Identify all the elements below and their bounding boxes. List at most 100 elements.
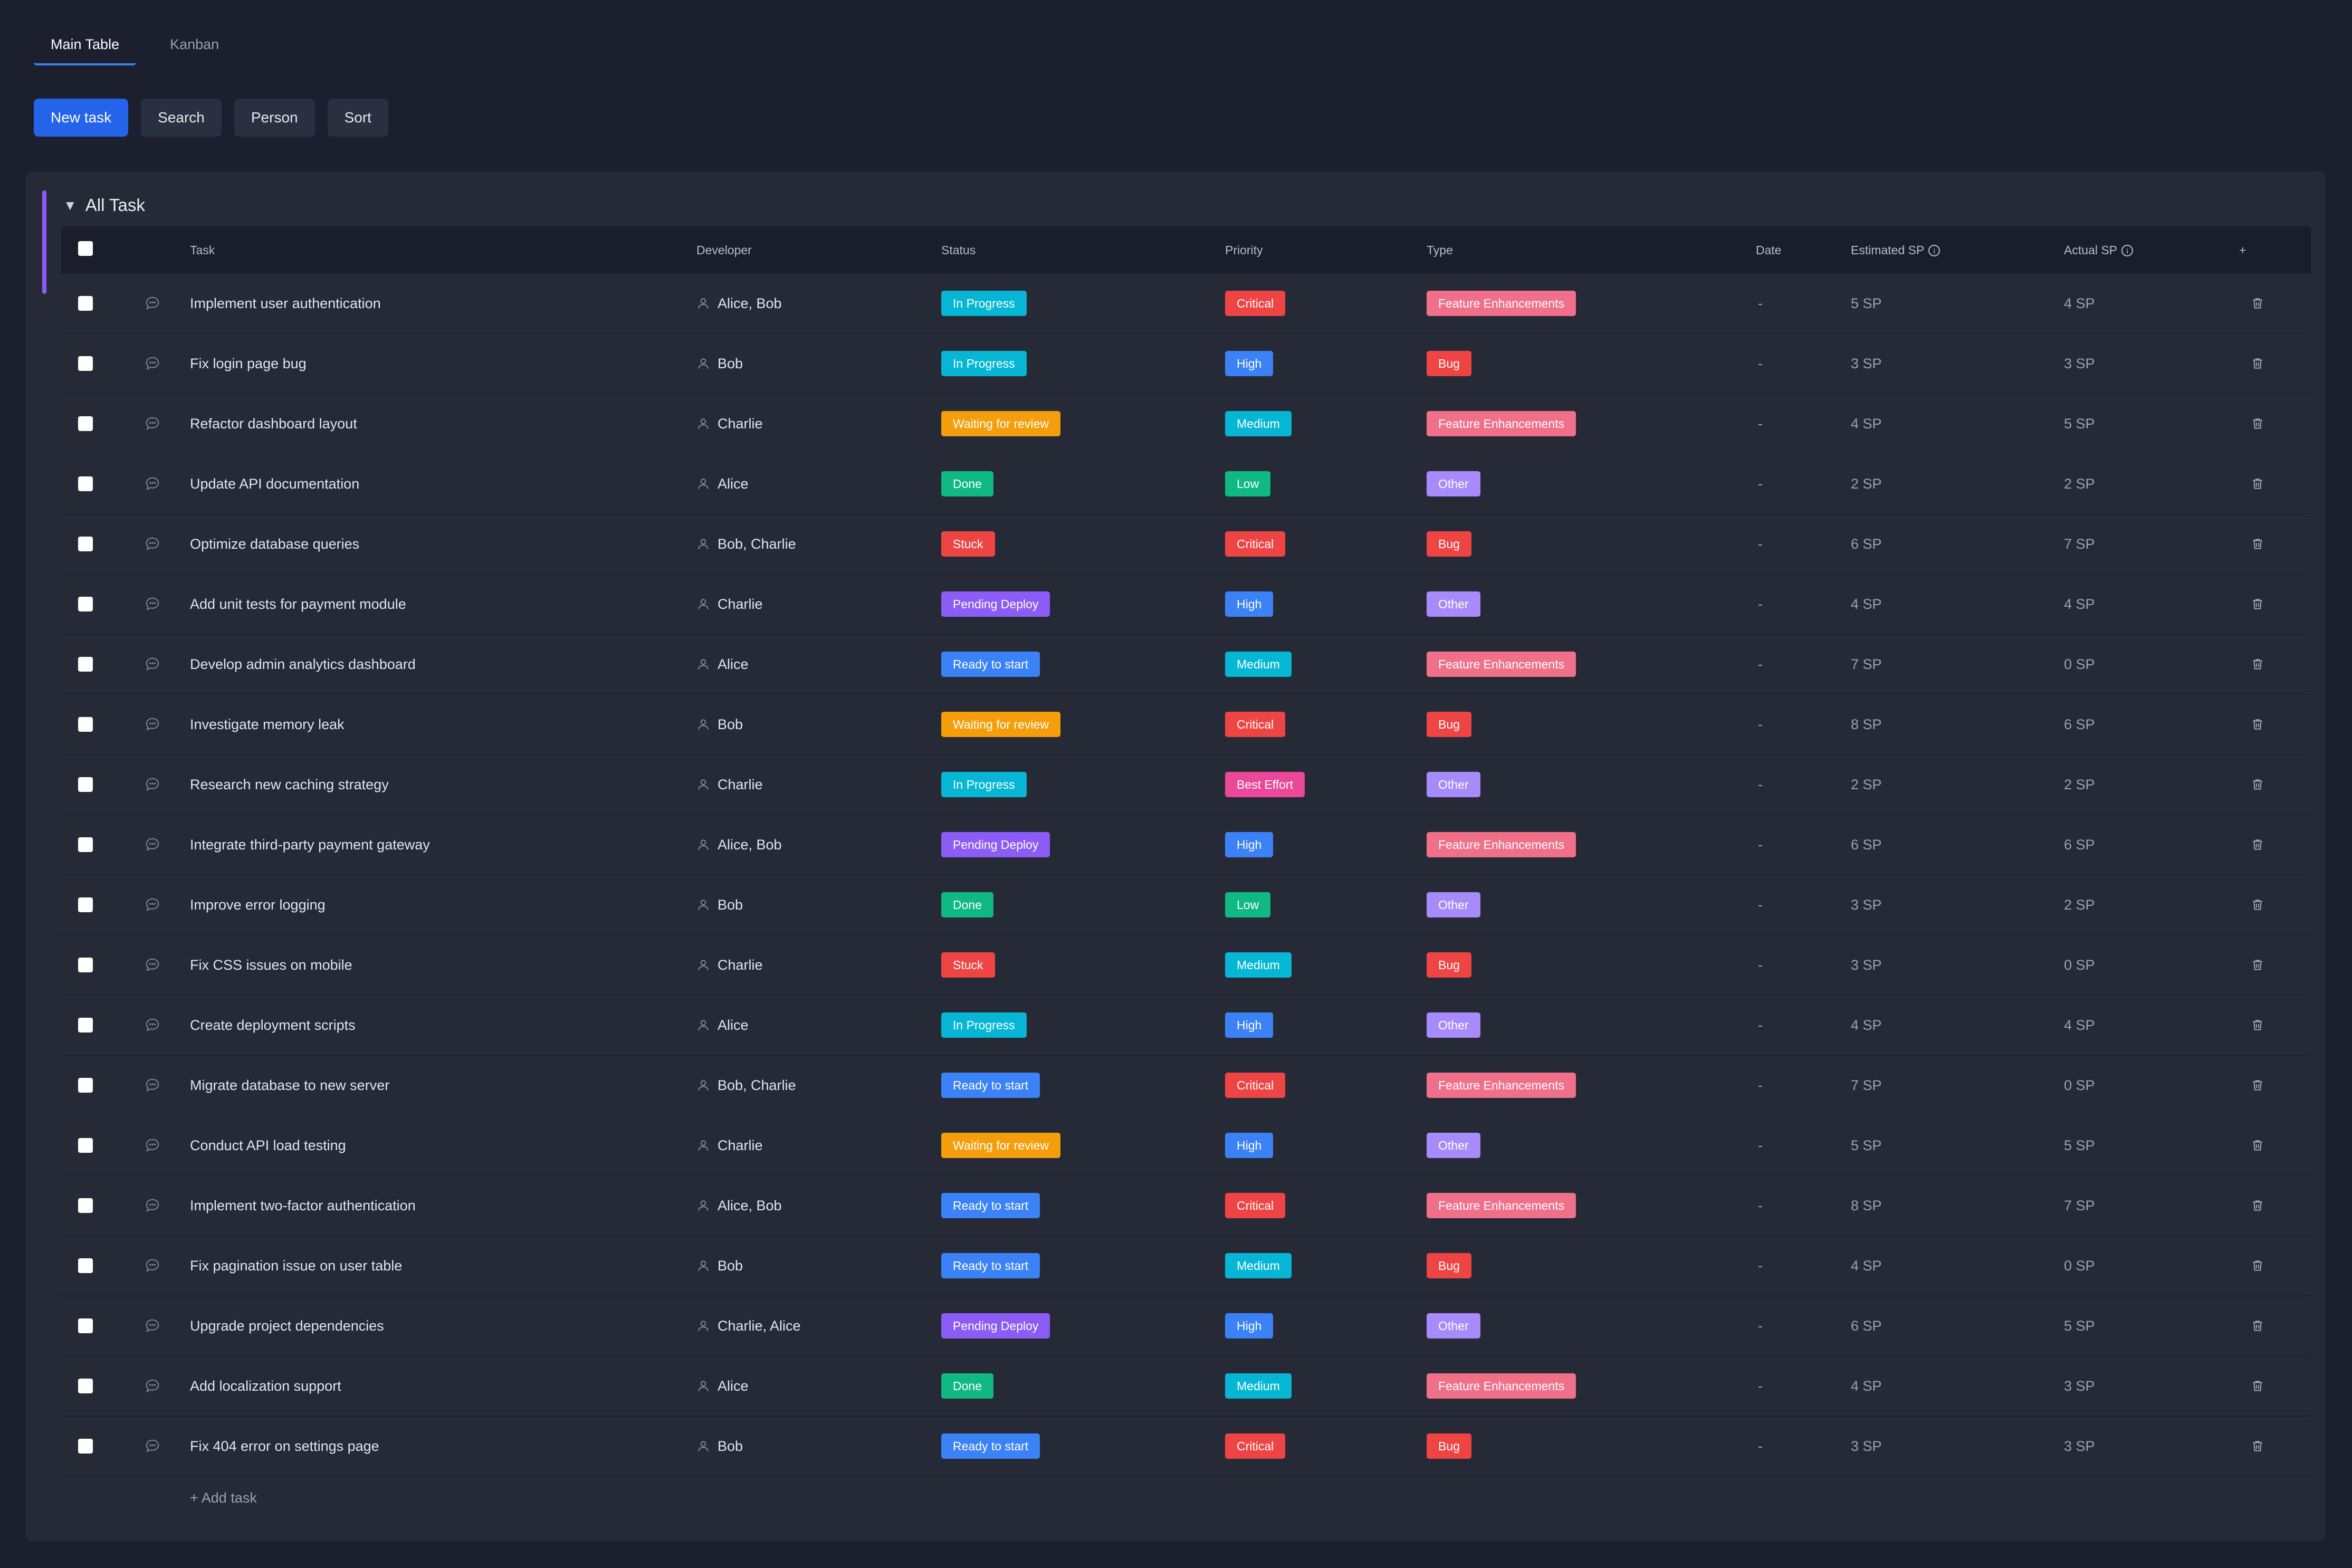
task-name[interactable]: Upgrade project dependencies bbox=[190, 1296, 384, 1355]
estimated-sp-cell[interactable]: 4 SP bbox=[1851, 1236, 1882, 1295]
row-checkbox[interactable] bbox=[78, 334, 93, 393]
actual-sp-cell[interactable]: 2 SP bbox=[2064, 454, 2095, 513]
priority-cell[interactable]: High bbox=[1225, 1116, 1274, 1175]
row-checkbox[interactable] bbox=[78, 274, 93, 333]
actual-sp-cell[interactable]: 0 SP bbox=[2064, 635, 2095, 694]
task-name[interactable]: Integrate third-party payment gateway bbox=[190, 815, 430, 874]
estimated-sp-cell[interactable]: 6 SP bbox=[1851, 514, 1882, 573]
type-cell[interactable]: Bug bbox=[1427, 695, 1471, 754]
priority-cell[interactable]: Critical bbox=[1225, 1056, 1286, 1115]
status-cell[interactable]: Ready to start bbox=[941, 1176, 1040, 1235]
comment-icon[interactable] bbox=[145, 755, 160, 814]
estimated-sp-cell[interactable]: 4 SP bbox=[1851, 575, 1882, 634]
date-cell[interactable]: - bbox=[1758, 1356, 1763, 1416]
developer-cell[interactable]: Bob bbox=[696, 695, 743, 754]
row-checkbox[interactable] bbox=[78, 935, 93, 995]
status-badge[interactable]: Waiting for review bbox=[941, 712, 1060, 737]
task-name[interactable]: Improve error logging bbox=[190, 875, 326, 934]
row-checkbox[interactable] bbox=[78, 394, 93, 453]
priority-cell[interactable]: Critical bbox=[1225, 1176, 1286, 1235]
type-cell[interactable]: Feature Enhancements bbox=[1427, 274, 1576, 333]
trash-icon[interactable] bbox=[2251, 635, 2264, 694]
priority-cell[interactable]: Low bbox=[1225, 454, 1271, 513]
priority-badge[interactable]: Low bbox=[1225, 892, 1271, 917]
actual-sp-cell[interactable]: 4 SP bbox=[2064, 274, 2095, 333]
estimated-sp-cell[interactable]: 3 SP bbox=[1851, 935, 1882, 995]
estimated-sp-cell[interactable]: 4 SP bbox=[1851, 394, 1882, 453]
priority-cell[interactable]: Medium bbox=[1225, 635, 1292, 694]
status-badge[interactable]: Done bbox=[941, 892, 993, 917]
comment-icon[interactable] bbox=[145, 1296, 160, 1355]
comment-icon[interactable] bbox=[145, 935, 160, 995]
type-badge[interactable]: Feature Enhancements bbox=[1427, 652, 1576, 677]
task-name[interactable]: Migrate database to new server bbox=[190, 1056, 389, 1115]
status-badge[interactable]: Pending Deploy bbox=[941, 832, 1050, 857]
status-badge[interactable]: In Progress bbox=[941, 772, 1027, 797]
actual-sp-cell[interactable]: 5 SP bbox=[2064, 1296, 2095, 1355]
priority-cell[interactable]: Medium bbox=[1225, 1236, 1292, 1295]
type-cell[interactable]: Bug bbox=[1427, 514, 1471, 573]
type-badge[interactable]: Bug bbox=[1427, 1253, 1471, 1278]
date-cell[interactable]: - bbox=[1758, 1056, 1763, 1115]
actual-sp-cell[interactable]: 7 SP bbox=[2064, 514, 2095, 573]
type-cell[interactable]: Other bbox=[1427, 755, 1480, 814]
task-name[interactable]: Implement two-factor authentication bbox=[190, 1176, 416, 1235]
type-badge[interactable]: Bug bbox=[1427, 531, 1471, 557]
row-checkbox[interactable] bbox=[78, 755, 93, 814]
status-badge[interactable]: In Progress bbox=[941, 291, 1027, 316]
comment-icon[interactable] bbox=[145, 1236, 160, 1295]
estimated-sp-cell[interactable]: 7 SP bbox=[1851, 1056, 1882, 1115]
priority-badge[interactable]: High bbox=[1225, 1133, 1274, 1158]
trash-icon[interactable] bbox=[2251, 274, 2264, 333]
table-row[interactable]: Upgrade project dependencies Charlie, Al… bbox=[61, 1296, 2311, 1356]
type-cell[interactable]: Bug bbox=[1427, 935, 1471, 995]
estimated-info-icon[interactable]: i bbox=[1928, 245, 1940, 257]
estimated-sp-cell[interactable]: 3 SP bbox=[1851, 334, 1882, 393]
trash-icon[interactable] bbox=[2251, 575, 2264, 634]
actual-sp-cell[interactable]: 2 SP bbox=[2064, 755, 2095, 814]
tab-kanban[interactable]: Kanban bbox=[153, 27, 236, 65]
comment-icon[interactable] bbox=[145, 1116, 160, 1175]
status-badge[interactable]: Pending Deploy bbox=[941, 591, 1050, 617]
actual-sp-cell[interactable]: 5 SP bbox=[2064, 394, 2095, 453]
estimated-sp-cell[interactable]: 5 SP bbox=[1851, 1116, 1882, 1175]
group-header[interactable]: ▼ All Task bbox=[63, 189, 145, 221]
status-badge[interactable]: Ready to start bbox=[941, 1253, 1040, 1278]
trash-icon[interactable] bbox=[2251, 755, 2264, 814]
type-cell[interactable]: Bug bbox=[1427, 334, 1471, 393]
priority-cell[interactable]: Critical bbox=[1225, 695, 1286, 754]
type-badge[interactable]: Other bbox=[1427, 1313, 1480, 1338]
estimated-sp-cell[interactable]: 5 SP bbox=[1851, 274, 1882, 333]
estimated-sp-cell[interactable]: 3 SP bbox=[1851, 1417, 1882, 1476]
comment-icon[interactable] bbox=[145, 996, 160, 1055]
type-cell[interactable]: Bug bbox=[1427, 1236, 1471, 1295]
date-cell[interactable]: - bbox=[1758, 815, 1763, 874]
trash-icon[interactable] bbox=[2251, 815, 2264, 874]
comment-icon[interactable] bbox=[145, 1356, 160, 1416]
developer-cell[interactable]: Bob bbox=[696, 875, 743, 934]
date-cell[interactable]: - bbox=[1758, 1116, 1763, 1175]
developer-cell[interactable]: Charlie bbox=[696, 575, 763, 634]
status-cell[interactable]: Ready to start bbox=[941, 635, 1040, 694]
table-row[interactable]: Add localization support Alice Done Medi… bbox=[61, 1356, 2311, 1417]
task-name[interactable]: Refactor dashboard layout bbox=[190, 394, 357, 453]
comment-icon[interactable] bbox=[145, 1176, 160, 1235]
row-checkbox[interactable] bbox=[78, 1356, 93, 1416]
type-badge[interactable]: Feature Enhancements bbox=[1427, 291, 1576, 316]
trash-icon[interactable] bbox=[2251, 514, 2264, 573]
priority-badge[interactable]: High bbox=[1225, 591, 1274, 617]
task-name[interactable]: Research new caching strategy bbox=[190, 755, 389, 814]
table-row[interactable]: Refactor dashboard layout Charlie Waitin… bbox=[61, 394, 2311, 454]
developer-cell[interactable]: Bob bbox=[696, 1236, 743, 1295]
priority-cell[interactable]: Best Effort bbox=[1225, 755, 1305, 814]
date-cell[interactable]: - bbox=[1758, 635, 1763, 694]
date-cell[interactable]: - bbox=[1758, 1296, 1763, 1355]
status-badge[interactable]: Done bbox=[941, 1373, 993, 1399]
estimated-sp-cell[interactable]: 6 SP bbox=[1851, 1296, 1882, 1355]
date-cell[interactable]: - bbox=[1758, 454, 1763, 513]
table-row[interactable]: Migrate database to new server Bob, Char… bbox=[61, 1056, 2311, 1116]
table-row[interactable]: Fix 404 error on settings page Bob Ready… bbox=[61, 1417, 2311, 1477]
type-badge[interactable]: Other bbox=[1427, 591, 1480, 617]
developer-cell[interactable]: Alice bbox=[696, 996, 749, 1055]
priority-badge[interactable]: Critical bbox=[1225, 712, 1286, 737]
